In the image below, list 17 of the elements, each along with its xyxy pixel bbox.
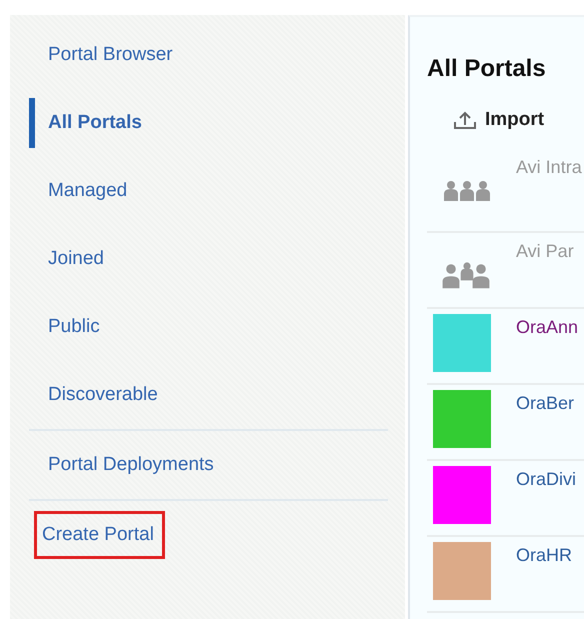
sidebar-link[interactable]: All Portals — [29, 98, 148, 148]
portal-link[interactable]: Avi Intra — [516, 157, 582, 178]
sidebar-link[interactable]: Create Portal — [37, 514, 162, 556]
portal-link[interactable]: OraDivi — [516, 469, 576, 490]
sidebar-link[interactable]: Portal Deployments — [29, 450, 220, 480]
portal-link[interactable]: OraAnn — [516, 317, 578, 338]
portal-link[interactable]: Avi Par — [516, 241, 574, 262]
sidebar-link[interactable]: Portal Browser — [29, 40, 179, 70]
sidebar-link[interactable]: Managed — [29, 176, 134, 206]
sidebar-link[interactable]: Public — [29, 312, 106, 342]
import-button[interactable]: Import — [454, 105, 544, 135]
sidebar-link[interactable]: Discoverable — [29, 380, 164, 410]
portal-link[interactable]: OraHR — [516, 545, 572, 566]
portal-link[interactable]: OraBer — [516, 393, 574, 414]
sidebar-link[interactable]: Joined — [29, 244, 110, 274]
upload-icon — [454, 111, 476, 129]
panel-title: All Portals — [427, 55, 547, 83]
